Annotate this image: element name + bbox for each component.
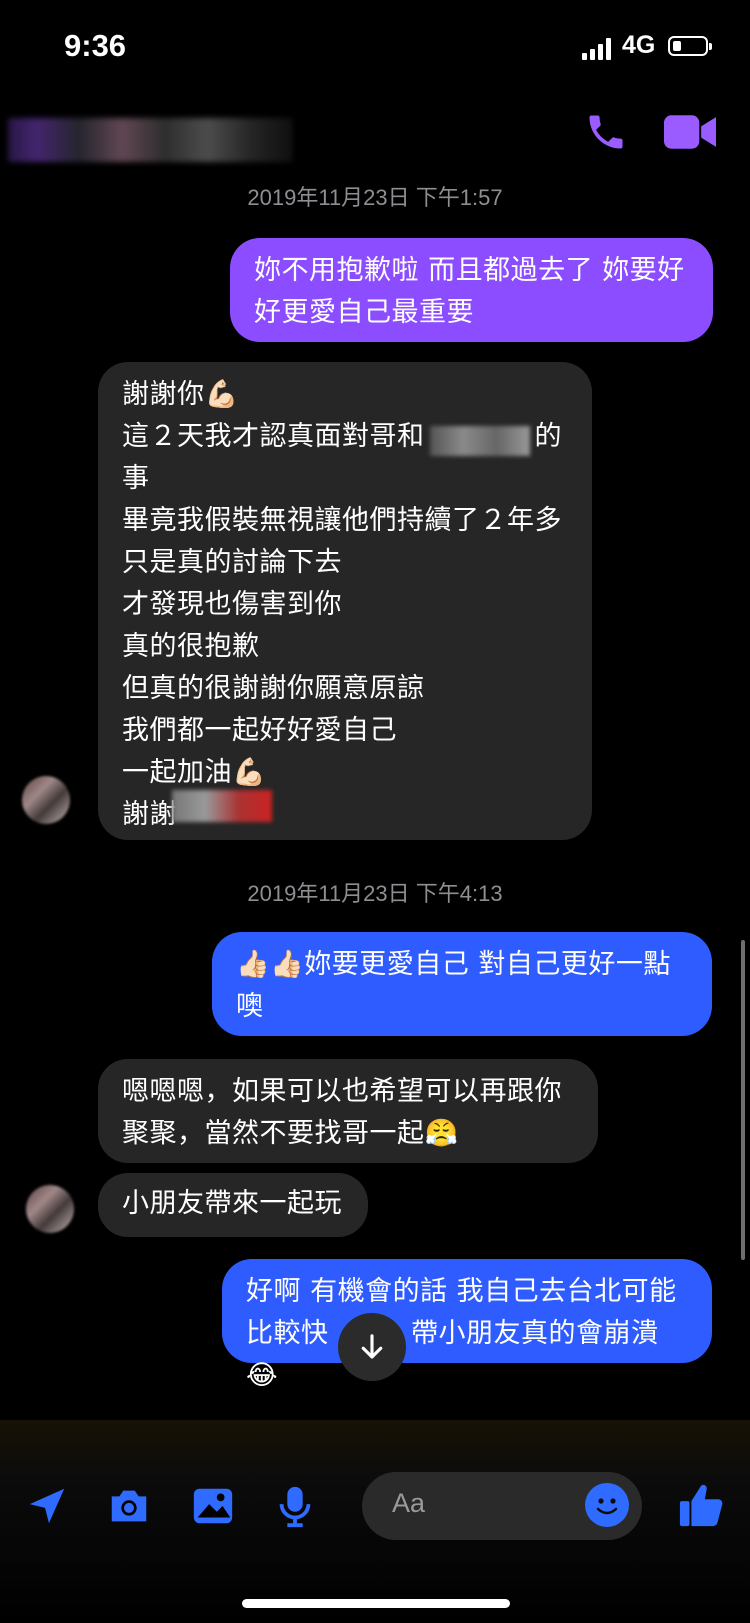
outgoing-message-bubble[interactable]: 👍🏻👍🏻妳要更愛自己 對自己更好一點 噢 [212,932,712,1036]
contact-name-redacted[interactable] [8,118,293,162]
location-arrow-icon[interactable] [24,1483,70,1529]
incoming-message-bubble[interactable]: 小朋友帶來一起玩 [98,1173,368,1237]
outgoing-message-bubble[interactable]: 妳不用抱歉啦 而且都過去了 妳要好 好更愛自己最重要 [230,238,713,342]
camera-icon[interactable] [106,1483,152,1529]
message-timestamp: 2019年11月23日 下午4:13 [247,881,503,906]
chat-header [0,90,750,180]
avatar[interactable] [26,1185,74,1233]
emoji-icon [596,1498,618,1515]
status-time: 9:36 [64,28,127,63]
avatar[interactable] [22,776,70,824]
arrow-down-icon [361,1334,383,1359]
emoji-button[interactable] [585,1483,629,1527]
signal-strength-icon [582,38,614,60]
home-indicator [242,1599,510,1608]
status-bar: 9:36 4G [0,0,750,90]
thumbs-up-icon[interactable] [678,1480,724,1530]
image-icon[interactable] [190,1483,236,1529]
scrollbar[interactable] [741,940,745,1260]
battery-icon [668,36,712,56]
redacted-name [430,426,530,456]
phone-icon[interactable] [584,110,628,154]
video-icon[interactable] [664,112,716,152]
scroll-to-bottom-button[interactable] [338,1313,406,1381]
outgoing-message-bubble[interactable]: 好啊 有機會的話 我自己去台北可能 比較快 帶小朋友真的會崩潰😂 [222,1259,712,1391]
message-input-placeholder: Aa [392,1488,426,1518]
incoming-message-bubble[interactable]: 嗯嗯嗯，如果可以也希望可以再跟你 聚聚，當然不要找哥一起😤 [98,1059,598,1163]
microphone-icon[interactable] [272,1483,318,1529]
redacted-name [172,790,272,822]
message-timestamp: 2019年11月23日 下午1:57 [247,185,503,210]
network-type: 4G [622,31,656,59]
